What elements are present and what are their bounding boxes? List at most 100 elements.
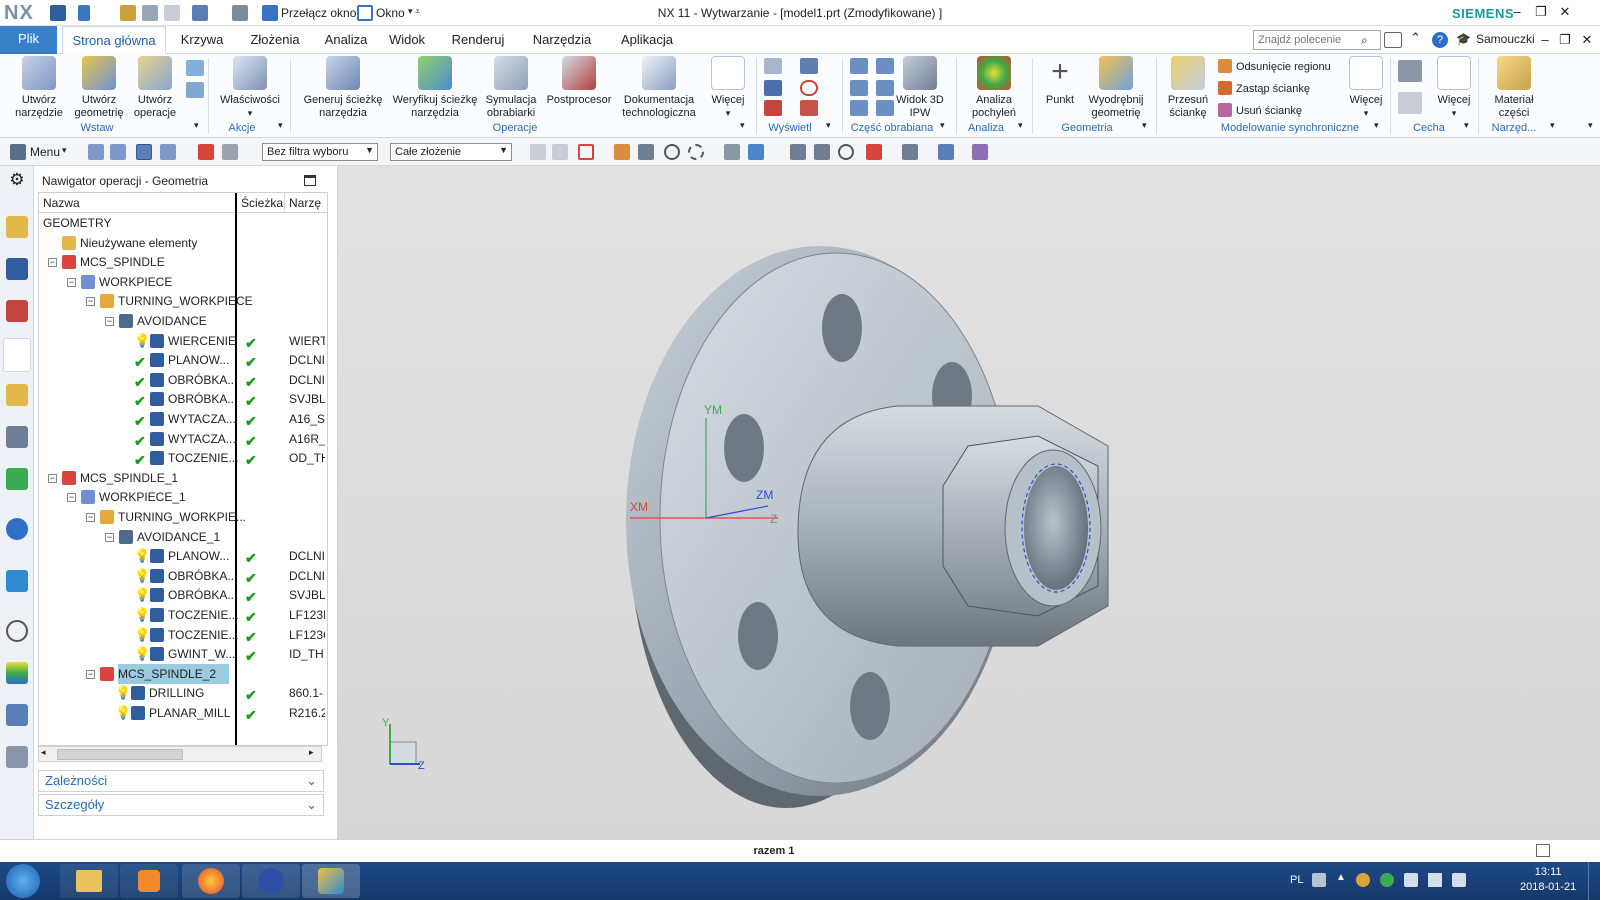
feature-small-icon-2[interactable] (1398, 92, 1422, 114)
display-small-icon-3[interactable] (764, 100, 782, 116)
more-sync-button[interactable]: Więcej ▾ (1344, 56, 1388, 120)
analysis-group-chevron-icon[interactable]: ▾ (1018, 120, 1023, 131)
rotate-icon[interactable] (838, 144, 854, 160)
tree-row[interactable]: 💡 TOCZENIE... ✔ LF123I (39, 605, 327, 625)
network-icon[interactable] (1428, 873, 1442, 887)
snap-icon-1[interactable] (530, 144, 546, 160)
tree-row[interactable]: 💡 DRILLING ✔ 860.1- (39, 683, 327, 703)
dependencies-panel[interactable]: Zależności ⌄ (38, 770, 324, 792)
tab-tools[interactable]: Narzędzia (522, 26, 602, 54)
view-icon-1[interactable] (790, 144, 806, 160)
view-icon-5[interactable] (938, 144, 954, 160)
nav-view-icon-1[interactable] (88, 144, 104, 160)
tree-row[interactable]: ✔ WYTACZA... ✔ A16R_ (39, 429, 327, 449)
replace-face-item[interactable]: Zastąp ściankę (1218, 80, 1331, 102)
collapse-toggle-icon[interactable]: − (67, 277, 76, 287)
tools-group-chevron-icon[interactable]: ▾ (1550, 120, 1555, 131)
generate-path-button[interactable]: Generuj ścieżkę narzędzia (298, 56, 388, 120)
properties-button[interactable]: Właściwości ▾ (214, 56, 286, 120)
reuse-library-icon[interactable] (6, 426, 28, 448)
nav-view-icon-2[interactable] (110, 144, 126, 160)
delete-face-item[interactable]: Usuń ściankę (1218, 102, 1331, 124)
tree-row[interactable]: − TURNING_WORKPIECE (39, 291, 327, 311)
collapse-toggle-icon[interactable]: − (86, 297, 95, 307)
menu-button[interactable]: Menu (30, 145, 60, 159)
tree-row[interactable]: − AVOIDANCE_1 (39, 527, 327, 547)
full-screen-icon[interactable] (1536, 844, 1550, 857)
horizontal-scrollbar[interactable]: ◂ ▸ (38, 746, 322, 762)
ipw-small-icon-1[interactable] (850, 58, 868, 74)
tab-curve[interactable]: Krzywa (172, 26, 232, 54)
postprocessor-button[interactable]: Postprocesor (544, 56, 614, 107)
collapse-toggle-icon[interactable]: − (86, 669, 95, 679)
verify-path-button[interactable]: Weryfikuj ścieżkę narzędzia (390, 56, 480, 120)
history-palette-icon[interactable] (6, 570, 28, 592)
tree-row[interactable]: − MCS_SPINDLE_2 (39, 663, 327, 684)
restore-icon[interactable]: ❐ (1532, 4, 1550, 20)
create-geometry-button[interactable]: Utwórz geometrię (70, 56, 128, 120)
collapse-toggle-icon[interactable]: − (86, 513, 95, 522)
part-model[interactable]: XM YM ZM Z Y Z (338, 166, 1600, 839)
view-icon-2[interactable] (814, 144, 830, 160)
operations-group-chevron-icon[interactable]: ▾ (740, 120, 745, 131)
geometry-group-chevron-icon[interactable]: ▾ (1142, 120, 1147, 131)
maximize-panel-icon[interactable] (304, 175, 316, 186)
tree-row[interactable]: 💡OBRÓBKA...✔SVJBL_ (39, 585, 327, 605)
view-icon-6[interactable] (972, 144, 988, 160)
tree-row[interactable]: 💡 PLANOW... ✔ DCLNI (39, 546, 327, 566)
tree-row[interactable]: ✔ OBRÓBKA... ✔ DCLNI (39, 370, 327, 390)
tree-row[interactable]: ✔OBRÓBKA...✔SVJBL_ (39, 389, 327, 409)
tree-row[interactable]: 💡 PLANAR_MILL ✔ R216.2 (39, 703, 327, 723)
collapse-toggle-icon[interactable]: − (48, 473, 57, 483)
pbl-app[interactable] (242, 864, 300, 898)
menu-chevron-icon[interactable]: ▾ (62, 145, 67, 156)
snap-icon-7[interactable] (688, 144, 704, 160)
column-header-name[interactable]: Nazwa (39, 193, 237, 213)
roles-icon[interactable] (6, 662, 28, 684)
snap-icon-2[interactable] (552, 144, 568, 160)
offset-region-item[interactable]: Odsunięcie regionu (1218, 58, 1331, 80)
details-panel[interactable]: Szczegóły ⌄ (38, 794, 324, 816)
part-material-button[interactable]: Materiał części (1484, 56, 1544, 120)
filter-icon-1[interactable] (198, 144, 214, 160)
system-materials-icon[interactable] (6, 704, 28, 726)
ipw-small-icon-5[interactable] (850, 100, 868, 116)
tree-row[interactable]: ✔TOCZENIE...✔OD_TH (39, 448, 327, 468)
collapse-toggle-icon[interactable]: − (48, 258, 57, 268)
tab-home[interactable]: Strona główna (62, 26, 166, 54)
snap-icon-3[interactable] (578, 144, 594, 160)
doc-restore-icon[interactable]: ❐ (1556, 32, 1574, 48)
tree-row[interactable]: − MCS_SPINDLE (39, 252, 327, 272)
feature-group-chevron-icon[interactable]: ▾ (1464, 120, 1469, 131)
snap-icon-5[interactable] (638, 144, 654, 160)
display-small-icon-6[interactable] (800, 100, 818, 116)
sync-group-chevron-icon[interactable]: ▾ (1374, 120, 1379, 131)
ipw-group-chevron-icon[interactable]: ▾ (940, 120, 945, 131)
point-button[interactable]: + Punkt (1038, 56, 1082, 107)
keyboard-icon[interactable] (1312, 873, 1326, 887)
selection-scope-select[interactable]: Całe złożenie ▼ (390, 143, 512, 161)
search-icon[interactable]: ⌕ (1361, 33, 1368, 48)
ipw-small-icon-2[interactable] (876, 58, 894, 74)
insert-small-icon-2[interactable] (186, 82, 204, 98)
scroll-thumb[interactable] (57, 749, 183, 760)
web-browser-icon[interactable] (6, 518, 28, 540)
tree-row[interactable]: 💡TOCZENIE...✔LF123C (39, 625, 327, 645)
assembly-navigator-icon[interactable] (6, 216, 28, 238)
tree-row[interactable]: − WORKPIECE_1 (39, 487, 327, 507)
tree-row[interactable]: 💡 OBRÓBKA... ✔ DCLNI (39, 566, 327, 586)
tree-row[interactable]: − WORKPIECE (39, 272, 327, 292)
start-button[interactable] (6, 864, 40, 898)
tab-analysis[interactable]: Analiza (318, 26, 374, 54)
ribbon-options-icon[interactable] (1384, 32, 1402, 48)
collapse-toggle-icon[interactable]: − (105, 532, 114, 542)
more-feature-button[interactable]: Więcej ▾ (1432, 56, 1476, 120)
tray-app-icon-2[interactable] (1380, 873, 1394, 887)
shop-documentation-button[interactable]: Dokumentacja technologiczna (616, 56, 702, 120)
display-small-icon-5[interactable] (800, 80, 818, 96)
display-small-icon-2[interactable] (764, 80, 782, 96)
tree-row[interactable]: ✔ WYTACZA... ✔ A16_S (39, 409, 327, 429)
draft-analysis-button[interactable]: Analiza pochyleń (962, 56, 1026, 120)
insert-group-chevron-icon[interactable]: ▾ (194, 120, 199, 131)
gear-icon[interactable]: ⚙ (6, 170, 28, 192)
